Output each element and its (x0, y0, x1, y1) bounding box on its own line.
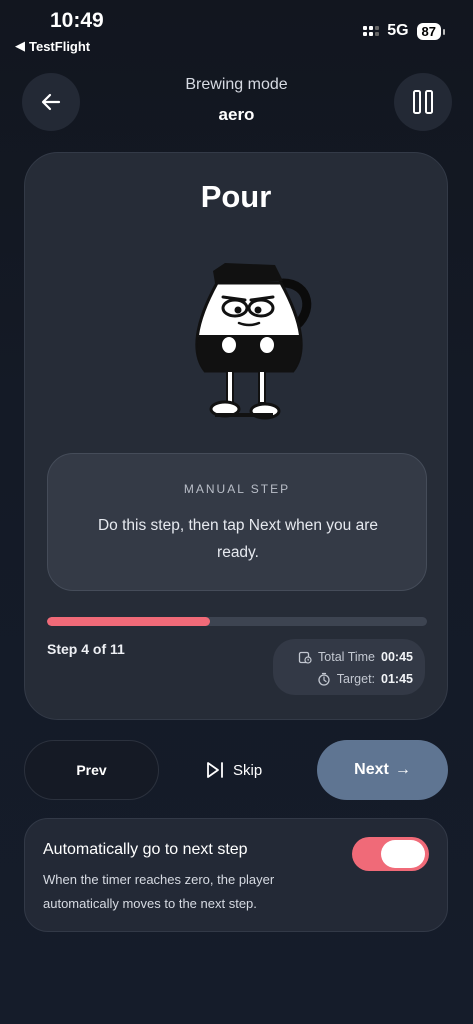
skip-label: Skip (233, 761, 263, 779)
back-triangle-icon: ◀ (15, 38, 25, 53)
auto-next-setting: Automatically go to next step When the t… (24, 818, 448, 932)
toggle-knob (381, 840, 425, 868)
total-time-value: 00:45 (381, 650, 413, 664)
back-to-app-link[interactable]: ◀ TestFlight (15, 38, 90, 54)
time-summary: Total Time 00:45 Target: 01:45 (273, 639, 425, 695)
status-indicators: 5G 87 (363, 22, 446, 40)
network-label: 5G (387, 22, 409, 39)
pause-icon (413, 90, 433, 114)
total-time-label: Total Time (318, 650, 376, 664)
manual-step-info: MANUAL STEP Do this step, then tap Next … (47, 453, 427, 591)
status-time: 10:49 (50, 9, 104, 32)
skip-icon (207, 762, 223, 778)
target-value: 01:45 (381, 672, 413, 686)
info-label: MANUAL STEP (183, 482, 291, 496)
coffee-pot-mascot-illustration (195, 263, 312, 420)
arrow-right-icon: → (394, 761, 411, 778)
next-button[interactable]: Next → (317, 740, 448, 800)
back-app-label: TestFlight (29, 38, 91, 54)
prev-label: Prev (76, 762, 107, 778)
signal-icon (363, 26, 380, 36)
prev-button[interactable]: Prev (24, 740, 159, 800)
step-title: Pour (200, 179, 272, 214)
stopwatch-icon (318, 672, 330, 686)
info-text: Do this step, then tap Next when you are… (97, 517, 379, 561)
timer-icon (298, 651, 312, 664)
step-counter: Step 4 of 11 (47, 641, 125, 657)
step-progress-fill (47, 617, 211, 626)
auto-next-toggle[interactable] (352, 837, 429, 871)
auto-next-title: Automatically go to next step (43, 841, 248, 858)
target-label: Target: (336, 672, 376, 686)
auto-next-description: When the timer reaches zero, the player … (43, 872, 275, 911)
skip-button[interactable]: Skip (205, 752, 262, 788)
step-progress-bar (47, 617, 427, 626)
battery-level: 87 (416, 22, 446, 40)
target-time-row: Target: 01:45 (285, 668, 413, 690)
next-label: Next (354, 761, 389, 778)
step-card: Pour MANUAL STEP Do this step, then tap … (24, 152, 448, 720)
pause-button[interactable] (394, 73, 452, 131)
total-time-row: Total Time 00:45 (285, 646, 413, 668)
